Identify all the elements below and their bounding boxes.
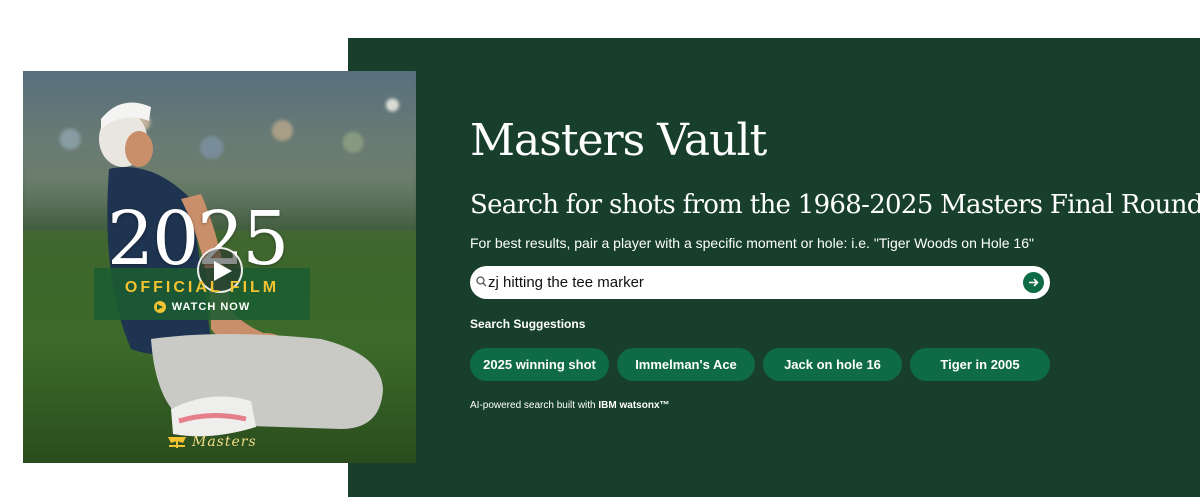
search-suggestions: 2025 winning shot Immelman's Ace Jack on… [470,348,1050,381]
official-film-label: OFFICIAL FILM [124,279,280,296]
masters-logo-icon [168,437,186,448]
page-title: Masters Vault [470,115,767,166]
arrow-right-icon [1029,278,1039,287]
search-input[interactable] [488,270,1008,294]
search-suggestions-label: Search Suggestions [470,317,586,331]
suggestion-chip-jack-hole-16[interactable]: Jack on hole 16 [763,348,902,381]
suggestion-chip-immelman-ace[interactable]: Immelman's Ace [617,348,755,381]
page-subtitle: Search for shots from the 1968-2025 Mast… [470,190,1200,220]
footnote-prefix: AI-powered search built with [470,400,596,411]
ai-powered-footnote: AI-powered search built with IBM watsonx… [470,400,670,411]
watch-now-label: WATCH NOW [171,301,251,313]
search-box [470,266,1050,299]
play-icon [214,261,232,281]
suggestion-chip-tiger-2005[interactable]: Tiger in 2005 [910,348,1050,381]
search-submit-button[interactable] [1023,272,1044,293]
search-icon [476,276,487,287]
play-circle-icon [153,301,166,313]
watch-now-link[interactable]: WATCH NOW [94,301,310,313]
suggestion-chip-winning-shot[interactable]: 2025 winning shot [470,348,609,381]
official-film-card[interactable]: 2025 OFFICIAL FILM WATCH NOW Masters [23,71,416,463]
masters-brand-text: Masters [192,434,257,450]
masters-logo: Masters [166,434,257,450]
footnote-brand: IBM watsonx™ [598,400,670,411]
search-hint: For best results, pair a player with a s… [470,235,1034,251]
